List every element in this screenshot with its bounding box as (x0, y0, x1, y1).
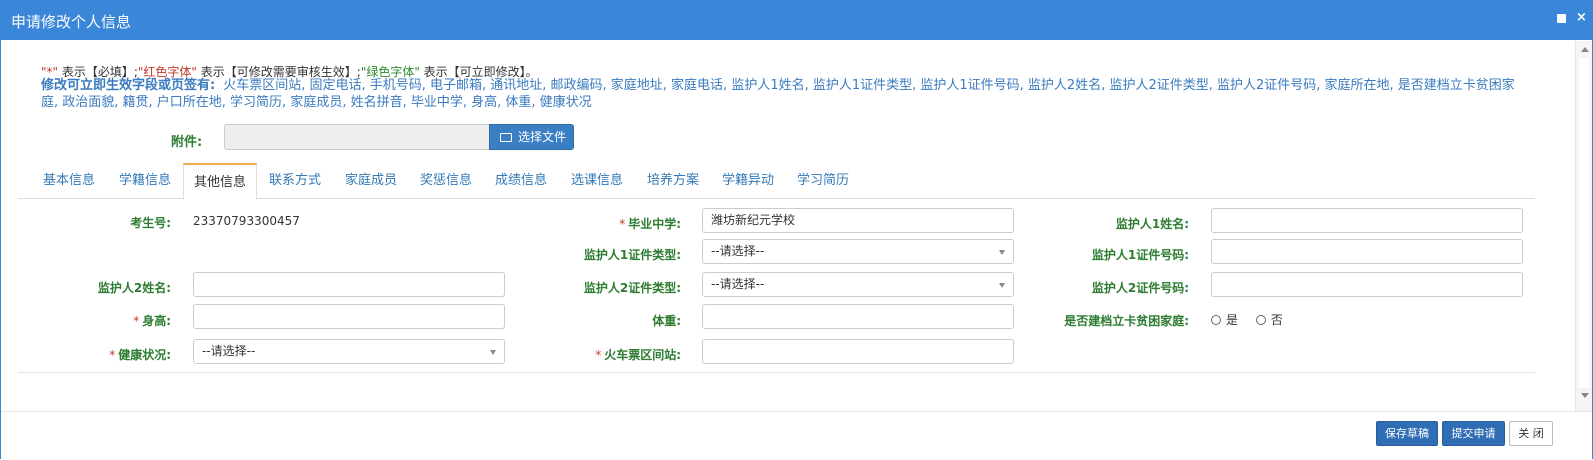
info-tabs: 基本信息 学籍信息 其他信息 联系方式 家庭成员 奖惩信息 成绩信息 选课信息 … (18, 163, 1535, 200)
scroll-up-icon[interactable] (1581, 47, 1589, 52)
poverty-family-label: 是否建档立卡贫困家庭: (1064, 314, 1189, 328)
train-station-label-text: 火车票区间站: (604, 348, 681, 362)
radio-icon[interactable] (1211, 315, 1221, 325)
guardian2-name-input[interactable] (193, 272, 505, 297)
guardian1-idno-label: 监护人1证件号码: (1091, 248, 1189, 262)
maximize-icon[interactable] (1557, 14, 1566, 23)
train-station-input[interactable] (702, 339, 1014, 364)
radio-icon[interactable] (1255, 315, 1266, 325)
vertical-scrollbar[interactable] (1575, 41, 1592, 411)
guardian2-idtype-value: --请选择-- (711, 277, 765, 291)
guardian1-idno-input[interactable] (1211, 239, 1523, 264)
guardian2-idtype-select[interactable]: --请选择-- (702, 272, 1014, 297)
choose-file-label: 选择文件 (518, 130, 567, 144)
health-select[interactable]: --请选择-- (193, 339, 505, 364)
required-star: * (619, 217, 626, 231)
close-button[interactable]: 关 闭 (1509, 421, 1553, 446)
form-divider (18, 372, 1535, 373)
dialog-title: 申请修改个人信息 (11, 13, 132, 31)
weight-input[interactable] (702, 304, 1014, 329)
chevron-down-icon (490, 350, 496, 355)
tab-enrollment-info[interactable]: 学籍信息 (108, 163, 182, 199)
tab-basic-info[interactable]: 基本信息 (32, 163, 106, 199)
train-station-label: * 火车票区间站: (595, 346, 681, 363)
poverty-family-radio-group: 是 否 (1211, 311, 1297, 328)
poverty-yes-label: 是 (1226, 313, 1239, 327)
tab-training-plan[interactable]: 培养方案 (636, 163, 710, 199)
chevron-down-icon (999, 250, 1005, 255)
dialog-titlebar: 申请修改个人信息 × (1, 1, 1592, 40)
required-star: * (109, 348, 116, 362)
scroll-down-icon[interactable] (1581, 393, 1589, 398)
guardian2-idno-label: 监护人2证件号码: (1091, 281, 1189, 295)
poverty-no-option[interactable]: 否 (1255, 313, 1283, 327)
height-input[interactable] (193, 304, 505, 329)
choose-file-button[interactable]: 选择文件 (489, 124, 574, 150)
tab-study-resume[interactable]: 学习简历 (786, 163, 860, 199)
chevron-down-icon (999, 283, 1005, 288)
tab-course-selection[interactable]: 选课信息 (560, 163, 634, 199)
immediate-fields-lead: 修改可立即生效字段或页签有: (41, 78, 216, 93)
health-value: --请选择-- (202, 344, 256, 358)
height-label-text: 身高: (142, 314, 171, 328)
weight-label: 体重: (652, 314, 681, 328)
save-draft-button[interactable]: 保存草稿 (1376, 421, 1438, 446)
close-icon[interactable]: × (1576, 11, 1587, 24)
grad-school-label: * 毕业中学: (619, 215, 681, 232)
tab-grades[interactable]: 成绩信息 (484, 163, 558, 199)
grad-school-label-text: 毕业中学: (628, 217, 681, 231)
folder-open-icon (500, 133, 512, 142)
exam-no-label: 考生号: (130, 216, 171, 230)
scroll-thumb[interactable] (1579, 58, 1589, 388)
attachment-input[interactable] (224, 124, 490, 150)
modify-info-dialog: 申请修改个人信息 × "*" 表示【必填】;"红色字体" 表示【可修改需要审核生… (0, 0, 1593, 460)
submit-button[interactable]: 提交申请 (1442, 421, 1505, 446)
attachment-label: 附件: (171, 135, 203, 150)
guardian2-name-label: 监护人2姓名: (97, 281, 171, 295)
tab-family-members[interactable]: 家庭成员 (334, 163, 408, 199)
tab-rewards-punishments[interactable]: 奖惩信息 (409, 163, 483, 199)
guardian1-idtype-select[interactable]: --请选择-- (702, 239, 1014, 264)
guardian1-idtype-value: --请选择-- (711, 244, 765, 258)
guardian1-name-input[interactable] (1211, 208, 1523, 233)
required-star: * (133, 314, 140, 328)
immediate-fields-note: 修改可立即生效字段或页签有: 火车票区间站, 固定电话, 手机号码, 电子邮箱, … (41, 77, 1531, 111)
required-star: * (595, 348, 602, 362)
guardian2-idno-input[interactable] (1211, 272, 1523, 297)
immediate-fields-list: 火车票区间站, 固定电话, 手机号码, 电子邮箱, 通讯地址, 邮政编码, 家庭… (41, 78, 1515, 110)
tab-status-change[interactable]: 学籍异动 (711, 163, 785, 199)
grad-school-input[interactable]: 潍坊新纪元学校 (702, 208, 1014, 233)
guardian2-idtype-label: 监护人2证件类型: (583, 281, 681, 295)
exam-no-value: 23370793300457 (193, 214, 300, 228)
tab-contact[interactable]: 联系方式 (258, 163, 332, 199)
poverty-yes-option[interactable]: 是 (1211, 313, 1238, 327)
height-label: * 身高: (133, 312, 171, 329)
guardian1-idtype-label: 监护人1证件类型: (583, 248, 681, 262)
health-label: * 健康状况: (109, 346, 171, 363)
guardian1-name-label: 监护人1姓名: (1115, 217, 1189, 231)
dialog-footer: 保存草稿 提交申请 关 闭 (1, 411, 1592, 460)
health-label-text: 健康状况: (118, 348, 171, 362)
tab-other-info[interactable]: 其他信息 (183, 163, 257, 200)
poverty-no-label: 否 (1270, 313, 1283, 327)
